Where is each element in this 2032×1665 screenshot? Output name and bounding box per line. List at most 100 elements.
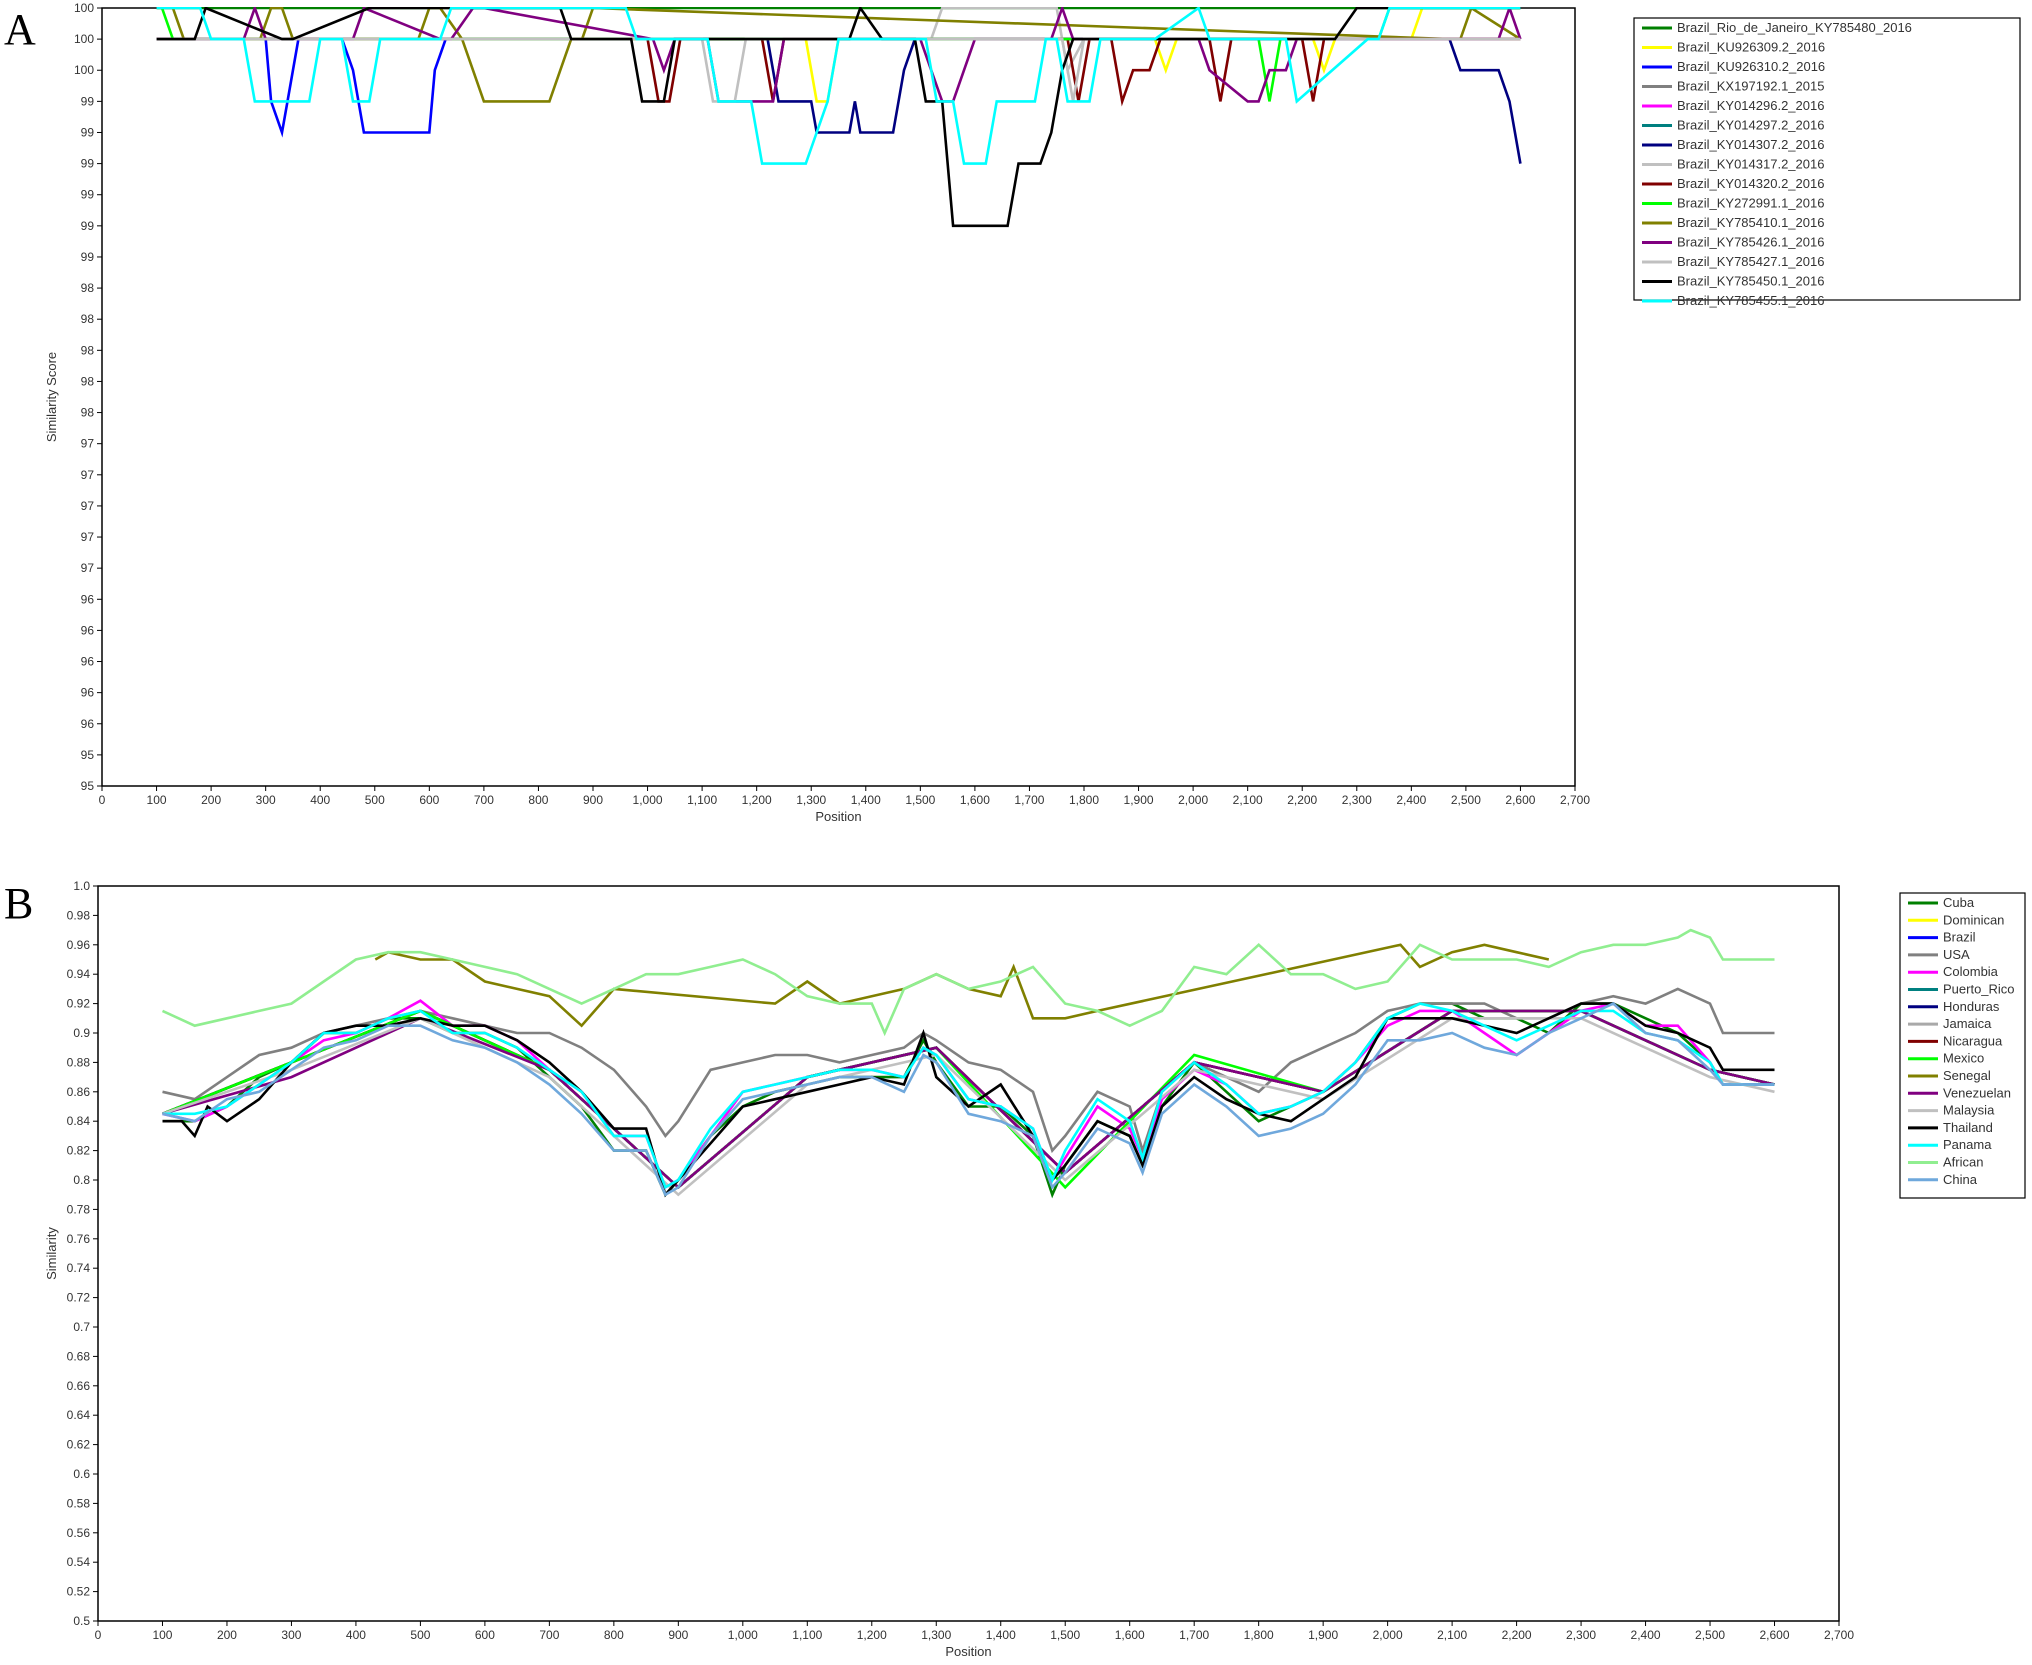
legend-label: Dominican [1943, 912, 2004, 927]
x-tick-label: 1,500 [1050, 1628, 1080, 1642]
y-tick-label: 97 [81, 468, 95, 482]
x-tick-label: 300 [256, 793, 276, 807]
x-tick-label: 2,400 [1631, 1628, 1661, 1642]
legend-label: Brazil_KY014320.2_2016 [1677, 176, 1824, 191]
y-tick-label: 98 [81, 281, 95, 295]
legend-label: Brazil_KY014307.2_2016 [1677, 137, 1824, 152]
x-axis-title: Position [815, 809, 861, 824]
legend-label: Brazil_KY785455.1_2016 [1677, 293, 1824, 308]
x-tick-label: 2,600 [1505, 793, 1535, 807]
x-tick-label: 0 [99, 793, 106, 807]
y-tick-label: 0.52 [67, 1585, 91, 1599]
x-tick-label: 2,100 [1437, 1628, 1467, 1642]
y-tick-label: 98 [81, 374, 95, 388]
x-tick-label: 2,400 [1396, 793, 1426, 807]
x-tick-label: 2,200 [1502, 1628, 1532, 1642]
x-tick-label: 1,500 [905, 793, 935, 807]
x-tick-label: 400 [310, 793, 330, 807]
y-tick-label: 0.94 [67, 967, 91, 981]
y-tick-label: 0.6 [73, 1467, 90, 1481]
y-tick-label: 0.98 [67, 908, 91, 922]
y-tick-label: 0.86 [67, 1085, 91, 1099]
y-tick-label: 0.62 [67, 1438, 91, 1452]
legend-label: Brazil_Rio_de_Janeiro_KY785480_2016 [1677, 20, 1912, 35]
plot-area [101, 7, 1576, 787]
y-tick-label: 95 [81, 748, 95, 762]
panel-letter-b: B [4, 879, 33, 928]
x-tick-label: 700 [474, 793, 494, 807]
y-tick-label: 0.96 [67, 938, 91, 952]
x-tick-label: 1,100 [792, 1628, 822, 1642]
x-tick-label: 700 [539, 1628, 559, 1642]
y-tick-label: 97 [81, 530, 95, 544]
y-tick-label: 98 [81, 406, 95, 420]
legend-label: Cuba [1943, 895, 1975, 910]
x-tick-label: 600 [419, 793, 439, 807]
y-tick-label: 97 [81, 499, 95, 513]
y-tick-label: 97 [81, 561, 95, 575]
y-tick-label: 0.8 [73, 1173, 90, 1187]
x-axis-title: Position [945, 1644, 991, 1659]
legend-label: Puerto_Rico [1943, 982, 2015, 997]
y-tick-label: 0.72 [67, 1291, 91, 1305]
legend-label: Brazil_KY272991.1_2016 [1677, 196, 1824, 211]
x-tick-label: 100 [147, 793, 167, 807]
x-tick-label: 1,700 [1179, 1628, 1209, 1642]
y-tick-label: 0.74 [67, 1261, 91, 1275]
x-tick-label: 1,100 [687, 793, 717, 807]
x-tick-label: 2,700 [1560, 793, 1590, 807]
legend-label: Brazil_KY014297.2_2016 [1677, 118, 1824, 133]
x-tick-label: 300 [281, 1628, 301, 1642]
y-tick-label: 100 [74, 32, 94, 46]
legend-label: Brazil_KY785450.1_2016 [1677, 274, 1824, 289]
y-tick-label: 0.56 [67, 1526, 91, 1540]
x-tick-label: 1,800 [1069, 793, 1099, 807]
y-tick-label: 96 [81, 623, 95, 637]
y-tick-label: 96 [81, 592, 95, 606]
x-tick-label: 2,000 [1373, 1628, 1403, 1642]
y-tick-label: 0.54 [67, 1555, 91, 1569]
y-axis-title: Similarity [44, 1227, 59, 1280]
chart-panel-a: 0 100 200 300 400 500 600 700 800 900 1,000 1,100 1,… [44, 1, 2021, 824]
y-tick-label: 0.68 [67, 1349, 91, 1363]
x-tick-label: 1,300 [796, 793, 826, 807]
legend-label: Mexico [1943, 1051, 1984, 1066]
x-tick-label: 1,400 [851, 793, 881, 807]
y-axis-title: Similarity Score [44, 352, 59, 442]
legend-label: Senegal [1943, 1068, 1991, 1083]
y-tick-label: 100 [74, 63, 94, 77]
x-tick-label: 2,300 [1566, 1628, 1596, 1642]
y-tick-label: 99 [81, 157, 95, 171]
x-tick-label: 1,900 [1124, 793, 1154, 807]
y-tick-label: 99 [81, 94, 95, 108]
x-tick-label: 1,000 [728, 1628, 758, 1642]
legend-label: Panama [1943, 1137, 1992, 1152]
legend-label: African [1943, 1155, 1983, 1170]
legend-label: Thailand [1943, 1120, 1993, 1135]
y-tick-label: 96 [81, 686, 95, 700]
legend-label: Malaysia [1943, 1103, 1995, 1118]
legend-label: Brazil_KY014317.2_2016 [1677, 157, 1824, 172]
y-tick-label: 99 [81, 188, 95, 202]
y-tick-label: 0.5 [73, 1614, 90, 1628]
legend-label: Venezuelan [1943, 1085, 2011, 1100]
legend-label: China [1943, 1172, 1978, 1187]
x-tick-label: 200 [201, 793, 221, 807]
y-tick-label: 0.82 [67, 1144, 91, 1158]
legend-label: Brazil_KX197192.1_2015 [1677, 79, 1824, 94]
y-tick-label: 99 [81, 250, 95, 264]
legend-label: Brazil_KY785426.1_2016 [1677, 235, 1824, 250]
y-tick-label: 98 [81, 312, 95, 326]
y-tick-label: 99 [81, 219, 95, 233]
y-tick-label: 0.64 [67, 1408, 91, 1422]
x-tick-label: 100 [152, 1628, 172, 1642]
x-tick-label: 800 [604, 1628, 624, 1642]
legend-label: Brazil_KU926309.2_2016 [1677, 40, 1825, 55]
x-tick-label: 1,600 [1115, 1628, 1145, 1642]
y-tick-label: 0.76 [67, 1232, 91, 1246]
legend-label: Brazil_KY785410.1_2016 [1677, 215, 1824, 230]
x-tick-label: 1,200 [857, 1628, 887, 1642]
x-tick-label: 0 [95, 1628, 102, 1642]
y-tick-label: 0.58 [67, 1496, 91, 1510]
legend-label: Colombia [1943, 964, 1999, 979]
